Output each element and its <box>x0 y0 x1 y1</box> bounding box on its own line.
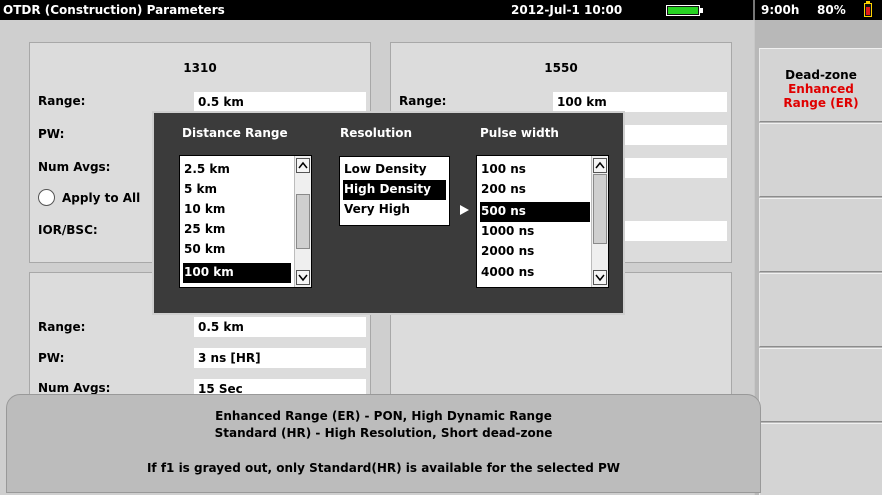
pw-label: PW: <box>38 351 65 365</box>
scroll-thumb[interactable] <box>593 174 607 244</box>
list-item[interactable]: 5 km <box>183 180 291 200</box>
num-avgs-label: Num Avgs: <box>38 381 111 395</box>
pulse-scrollbar[interactable] <box>591 156 608 287</box>
list-item[interactable]: Very High <box>343 200 446 220</box>
ior-bsc-label: IOR/BSC: <box>38 223 98 237</box>
selection-arrow-icon <box>460 205 469 215</box>
list-item[interactable]: 1000 ns <box>480 222 590 242</box>
list-item-selected[interactable]: High Density <box>343 180 446 200</box>
info-line: If f1 is grayed out, only Standard(HR) i… <box>146 461 621 475</box>
softkey-dead-zone[interactable]: Dead-zone Enhanced Range (ER) <box>759 48 882 122</box>
info-line: Enhanced Range (ER) - PON, High Dynamic … <box>215 409 552 423</box>
parameter-selection-dialog: Distance Range Resolution Pulse width 2.… <box>152 111 625 315</box>
resolution-list[interactable]: Low Density High Density Very High <box>339 156 450 226</box>
list-item-selected[interactable]: 100 km <box>183 263 291 283</box>
softkey-column: Dead-zone Enhanced Range (ER) <box>755 20 882 495</box>
softkey-3[interactable] <box>759 198 882 272</box>
range-label: Range: <box>399 94 447 108</box>
scroll-down-button[interactable] <box>296 270 310 285</box>
range-label: Range: <box>38 320 86 334</box>
pw-field[interactable]: 3 ns [HR] <box>194 348 366 368</box>
battery-icon <box>864 1 872 17</box>
list-item[interactable]: 2.5 km <box>183 160 291 180</box>
range-field[interactable]: 100 km <box>553 92 727 112</box>
panel-title: 1310 <box>183 61 217 75</box>
softkey-4[interactable] <box>759 273 882 347</box>
range-field[interactable]: 0.5 km <box>194 92 366 112</box>
scroll-up-button[interactable] <box>593 158 607 173</box>
chevron-down-icon <box>298 274 308 282</box>
softkey-2[interactable] <box>759 123 882 197</box>
pulse-width-header: Pulse width <box>480 126 559 140</box>
distance-range-header: Distance Range <box>182 126 288 140</box>
scroll-down-button[interactable] <box>593 270 607 285</box>
battery-percent: 80% <box>817 3 846 17</box>
datetime-display: 2012-Jul-1 10:00 <box>511 3 623 17</box>
pulse-width-list[interactable]: 100 ns 200 ns 500 ns 1000 ns 2000 ns 400… <box>476 155 609 288</box>
chevron-down-icon <box>595 274 605 282</box>
scroll-thumb[interactable] <box>296 194 310 249</box>
range-field[interactable]: 0.5 km <box>194 317 366 337</box>
info-line: Standard (HR) - High Resolution, Short d… <box>214 426 553 440</box>
list-item[interactable]: 200 ns <box>480 180 590 200</box>
resolution-header: Resolution <box>340 126 413 140</box>
time-remaining: 9:00h <box>761 3 800 17</box>
help-info-panel: Enhanced Range (ER) - PON, High Dynamic … <box>6 394 761 493</box>
panel-title: 1550 <box>544 61 578 75</box>
distance-range-list[interactable]: 2.5 km 5 km 10 km 25 km 50 km 100 km <box>179 155 312 288</box>
distance-scrollbar[interactable] <box>294 156 311 287</box>
scroll-up-button[interactable] <box>296 158 310 173</box>
apply-to-all-label: Apply to All <box>62 191 141 205</box>
apply-to-all-radio[interactable] <box>38 189 55 206</box>
list-item[interactable]: 2000 ns <box>480 242 590 262</box>
window-title: OTDR (Construction) Parameters <box>3 3 225 17</box>
list-item[interactable]: 25 km <box>183 220 291 240</box>
list-item[interactable]: Low Density <box>343 160 446 180</box>
softkey-sublabel: Range (ER) <box>783 96 859 110</box>
chevron-up-icon <box>595 161 605 169</box>
num-avgs-label: Num Avgs: <box>38 160 111 174</box>
softkey-5[interactable] <box>759 348 882 422</box>
list-item[interactable]: 10 km <box>183 200 291 220</box>
softkey-6[interactable] <box>759 423 882 495</box>
title-bar: OTDR (Construction) Parameters 2012-Jul-… <box>0 0 882 20</box>
softkey-sublabel: Enhanced <box>788 82 854 96</box>
softkey-label: Dead-zone <box>785 68 857 82</box>
range-label: Range: <box>38 94 86 108</box>
list-item[interactable]: 100 ns <box>480 160 590 180</box>
list-item-selected[interactable]: 500 ns <box>480 202 590 222</box>
list-item[interactable]: 4000 ns <box>480 263 590 283</box>
list-item[interactable]: 50 km <box>183 240 291 260</box>
pw-label: PW: <box>38 127 65 141</box>
titlebar-divider <box>753 0 755 20</box>
chevron-up-icon <box>298 161 308 169</box>
mains-battery-icon <box>666 5 703 16</box>
